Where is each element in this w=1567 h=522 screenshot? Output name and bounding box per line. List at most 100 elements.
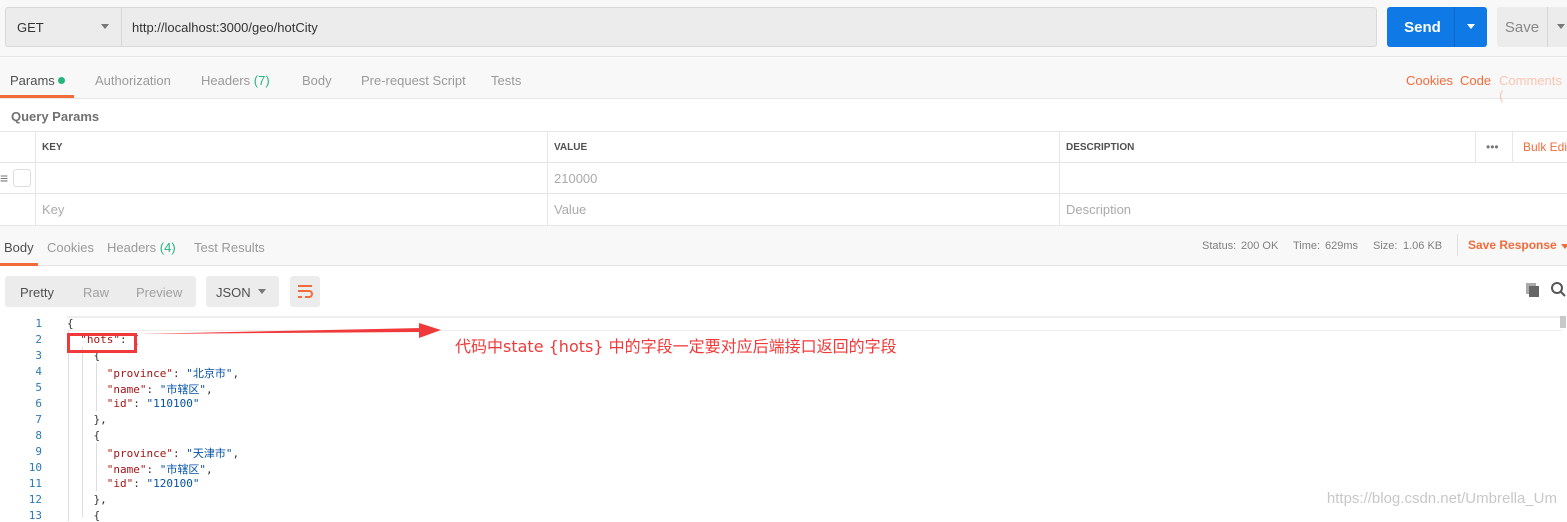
cookies-link[interactable]: Cookies — [1406, 73, 1453, 88]
save-button[interactable]: Save — [1497, 7, 1567, 47]
code-line: { — [67, 429, 100, 442]
preview-button[interactable]: Preview — [136, 285, 182, 300]
json-string: "北京市" — [186, 367, 233, 380]
send-button[interactable]: Send — [1387, 7, 1487, 47]
json-punct: , — [232, 447, 240, 460]
table-row-new: Key Value Description — [0, 193, 1567, 225]
line-number: 1 — [35, 317, 42, 330]
tab-response-headers[interactable]: Headers (4) — [107, 240, 176, 255]
format-select[interactable]: JSON — [206, 276, 279, 307]
more-options-icon[interactable]: ••• — [1475, 132, 1512, 162]
url-text: http://localhost:3000/geo/hotCity — [132, 19, 318, 35]
line-number: 4 — [35, 365, 42, 378]
url-input[interactable]: http://localhost:3000/geo/hotCity — [121, 7, 1377, 47]
chevron-down-icon[interactable] — [1561, 244, 1567, 249]
wrap-lines-button[interactable] — [290, 276, 320, 307]
tab-params[interactable]: Params — [10, 73, 65, 88]
tab-response-cookies[interactable]: Cookies — [47, 240, 94, 255]
line-number: 3 — [35, 349, 42, 362]
line-number: 12 — [28, 493, 42, 506]
drag-handle-icon[interactable]: ≡ — [0, 171, 8, 185]
annotation-arrow-icon — [137, 323, 441, 338]
json-punct: : — [133, 397, 147, 410]
json-punct: { — [67, 317, 74, 330]
tab-label: Params — [10, 73, 55, 88]
response-tabs: Body Cookies Headers (4) Test Results St… — [0, 225, 1567, 266]
tab-label: Headers — [201, 73, 251, 88]
json-punct: { — [67, 429, 101, 442]
code-line: { — [67, 509, 100, 522]
json-punct: : — [146, 383, 160, 396]
line-number: 2 — [35, 333, 42, 346]
row-checkbox[interactable] — [13, 169, 31, 187]
key-input[interactable] — [35, 163, 547, 193]
code-line: }, — [67, 413, 106, 426]
json-punct: , — [206, 463, 213, 476]
code-line: "id": "110100" — [67, 397, 200, 410]
save-response-button[interactable]: Save Response — [1468, 238, 1557, 252]
tab-pre-request-script[interactable]: Pre-request Script — [361, 73, 466, 88]
raw-button[interactable]: Raw — [83, 285, 109, 300]
save-dropdown-icon[interactable] — [1547, 7, 1567, 47]
tab-authorization[interactable]: Authorization — [95, 73, 171, 88]
line-number: 11 — [28, 477, 42, 490]
copy-icon[interactable] — [1525, 282, 1541, 301]
send-dropdown-icon[interactable] — [1454, 7, 1487, 47]
request-tabs: Params Authorization Headers (7) Body Pr… — [0, 58, 1567, 103]
json-string: "市辖区" — [159, 383, 206, 396]
tab-headers[interactable]: Headers (7) — [201, 73, 270, 88]
tab-label: Headers — [107, 240, 157, 255]
code-line: "name": "市辖区", — [67, 381, 213, 397]
code-line: { — [67, 317, 74, 330]
size-label: Size: — [1373, 240, 1398, 252]
tab-body[interactable]: Body — [302, 73, 332, 88]
json-punct: }, — [67, 493, 107, 506]
json-string: "天津市" — [186, 447, 233, 460]
pretty-button[interactable]: Pretty — [20, 285, 54, 300]
description-input[interactable] — [1059, 163, 1567, 193]
code-line: "name": "市辖区", — [67, 461, 213, 477]
tab-test-results[interactable]: Test Results — [194, 240, 265, 255]
line-number: 10 — [28, 461, 42, 474]
active-tab-underline — [0, 263, 38, 266]
description-placeholder-input[interactable]: Description — [1059, 194, 1567, 225]
search-icon[interactable] — [1550, 281, 1567, 301]
status-label: Status: — [1202, 240, 1237, 252]
query-params-title: Query Params — [11, 109, 100, 124]
save-label: Save — [1504, 18, 1540, 36]
key-placeholder-input[interactable]: Key — [35, 194, 547, 225]
json-key: "name" — [106, 463, 147, 476]
comments-link[interactable]: Comments ( — [1499, 73, 1567, 103]
col-key: KEY — [35, 132, 547, 162]
annotation-text: 代码中state {hots} 中的字段一定要对应后端接口返回的字段 — [455, 337, 897, 356]
line-number: 13 — [28, 509, 42, 522]
tab-response-body[interactable]: Body — [4, 240, 34, 255]
json-string: "市辖区" — [159, 463, 206, 476]
json-punct: : — [146, 463, 160, 476]
time-label: Time: — [1293, 240, 1321, 252]
json-punct: { — [67, 509, 101, 522]
watermark: https://blog.csdn.net/Umbrella_Um — [1326, 490, 1557, 507]
json-punct: , — [206, 383, 213, 396]
method-label: GET — [17, 19, 44, 35]
code-link[interactable]: Code — [1460, 73, 1491, 88]
bulk-edit-link[interactable]: Bulk Edi — [1512, 132, 1567, 162]
json-key: "province" — [106, 367, 173, 380]
json-punct: , — [232, 367, 240, 380]
line-number: 5 — [35, 381, 42, 394]
wrap-icon — [298, 285, 313, 298]
json-punct — [67, 477, 107, 490]
json-punct — [67, 383, 107, 396]
tab-tests[interactable]: Tests — [491, 73, 521, 88]
json-punct — [67, 447, 107, 460]
code-line: "province": "北京市", — [67, 365, 239, 381]
time-value: 629ms — [1325, 240, 1359, 252]
method-select[interactable]: GET — [5, 7, 122, 47]
code-line: }, — [67, 493, 107, 506]
json-punct — [67, 367, 107, 380]
json-punct: : — [172, 447, 187, 460]
json-key: "name" — [106, 383, 147, 396]
value-placeholder-input[interactable]: Value — [547, 194, 1059, 225]
json-key: "id" — [106, 397, 134, 410]
value-input[interactable]: 210000 — [547, 163, 1059, 193]
